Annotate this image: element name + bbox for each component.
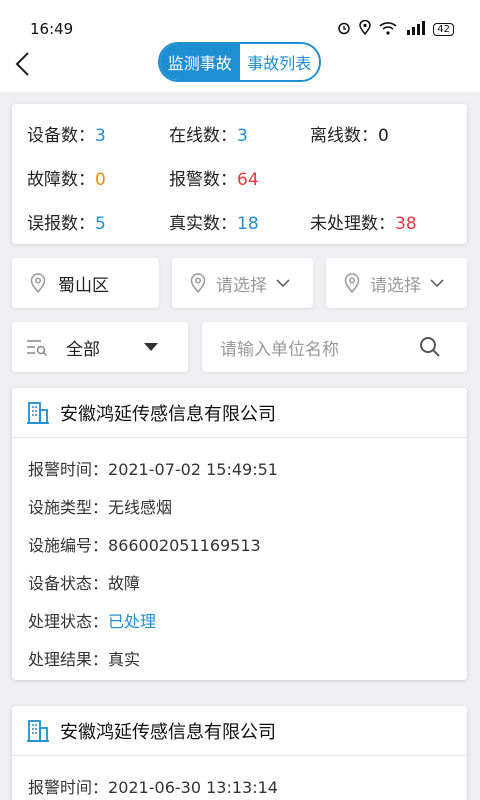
stat-online-count: 在线数：3 bbox=[169, 126, 248, 146]
battery-indicator: 42 bbox=[433, 23, 454, 36]
field-handle-result: 处理结果：真实 bbox=[28, 650, 141, 669]
category-value: 全部 bbox=[66, 339, 100, 360]
company-name: 安徽鸿延传感信息有限公司 bbox=[60, 403, 276, 425]
stat-alarm-count: 报警数：64 bbox=[169, 170, 259, 190]
record-title: 安徽鸿延传感信息有限公司 bbox=[12, 706, 467, 756]
app-header: 监测事故 事故列表 bbox=[0, 36, 480, 92]
record-title: 安徽鸿延传感信息有限公司 bbox=[12, 388, 467, 438]
chevron-down-icon bbox=[276, 279, 290, 288]
area-select-1[interactable]: 请选择 bbox=[172, 258, 313, 308]
location-pin-icon bbox=[344, 273, 360, 293]
field-handle-status: 处理状态：已处理 bbox=[28, 612, 157, 631]
stat-real-count: 真实数：18 bbox=[169, 214, 259, 234]
search-input[interactable]: 请输入单位名称 bbox=[220, 335, 419, 360]
accident-record-card[interactable]: 安徽鸿延传感信息有限公司 报警时间：2021-07-02 15:49:51 设施… bbox=[12, 388, 467, 680]
field-device-status: 设备状态：故障 bbox=[28, 574, 141, 593]
company-name: 安徽鸿延传感信息有限公司 bbox=[60, 721, 276, 743]
stat-false-alarm-count: 误报数：5 bbox=[27, 214, 106, 234]
company-search[interactable]: 请输入单位名称 bbox=[202, 322, 467, 372]
tab-accident-list[interactable]: 事故列表 bbox=[239, 44, 319, 80]
status-bar: 16:49 42 bbox=[0, 0, 480, 38]
field-alarm-time: 报警时间：2021-06-30 13:13:14 bbox=[28, 778, 278, 797]
caret-down-icon bbox=[144, 343, 158, 351]
building-icon bbox=[27, 401, 49, 424]
district-select[interactable]: 蜀山区 bbox=[12, 258, 159, 308]
category-select[interactable]: 全部 bbox=[12, 322, 188, 372]
tab-switcher: 监测事故 事故列表 bbox=[158, 42, 321, 82]
chevron-left-icon bbox=[15, 52, 29, 76]
area-select-1-placeholder: 请选择 bbox=[216, 275, 267, 296]
statistics-card: 设备数：3 在线数：3 离线数：0 故障数：0 报警数：64 误报数：5 真实数… bbox=[12, 104, 467, 244]
field-alarm-time: 报警时间：2021-07-02 15:49:51 bbox=[28, 460, 278, 479]
area-select-2[interactable]: 请选择 bbox=[326, 258, 467, 308]
district-value: 蜀山区 bbox=[58, 275, 109, 296]
location-pin-icon bbox=[30, 273, 46, 293]
search-icon[interactable] bbox=[419, 336, 441, 358]
back-button[interactable] bbox=[12, 50, 36, 78]
stat-offline-count: 离线数：0 bbox=[310, 126, 389, 146]
stat-fault-count: 故障数：0 bbox=[27, 170, 106, 190]
stat-device-count: 设备数：3 bbox=[27, 126, 106, 146]
chevron-down-icon bbox=[430, 279, 444, 288]
accident-record-card[interactable]: 安徽鸿延传感信息有限公司 报警时间：2021-06-30 13:13:14 bbox=[12, 706, 467, 800]
building-icon bbox=[27, 719, 49, 742]
stat-unhandled-count: 未处理数：38 bbox=[310, 214, 417, 234]
filter-list-icon bbox=[27, 340, 48, 356]
area-select-2-placeholder: 请选择 bbox=[370, 275, 421, 296]
tab-monitoring-accidents[interactable]: 监测事故 bbox=[160, 44, 240, 80]
field-facility-type: 设施类型：无线感烟 bbox=[28, 498, 173, 517]
location-pin-icon bbox=[190, 273, 206, 293]
field-facility-number: 设施编号：866002051169513 bbox=[28, 536, 261, 555]
